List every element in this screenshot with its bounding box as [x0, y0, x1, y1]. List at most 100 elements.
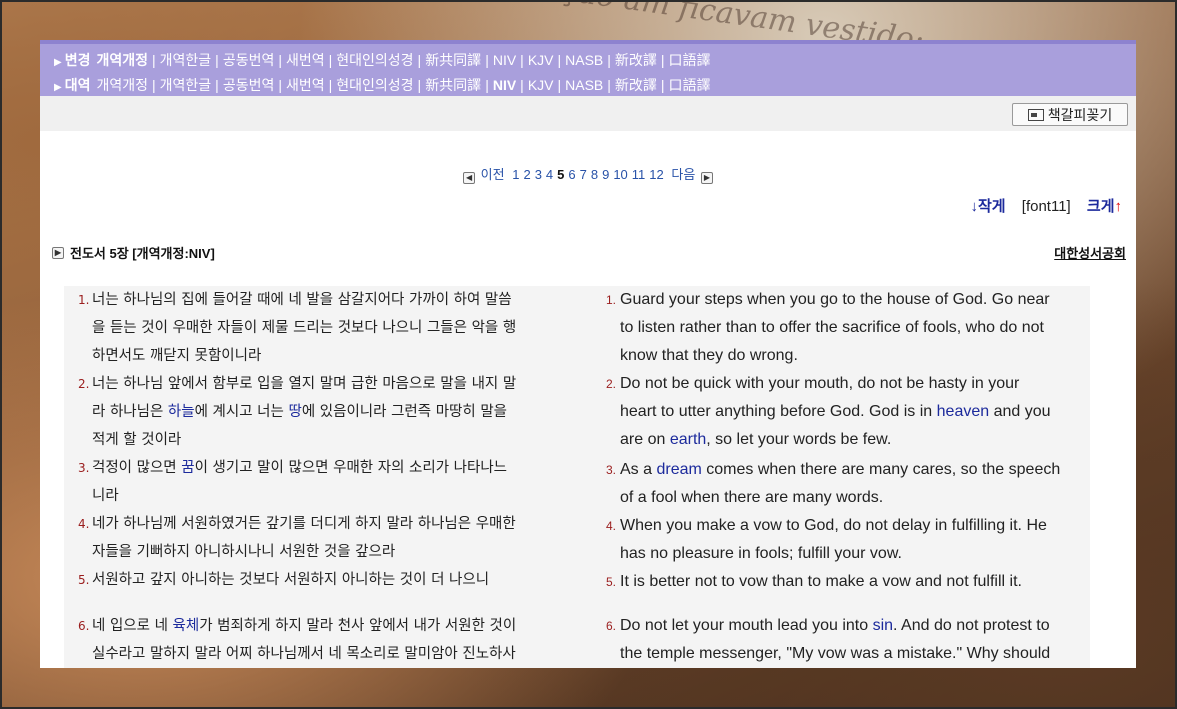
- separator: |: [328, 52, 333, 68]
- page-link[interactable]: 2: [523, 167, 530, 182]
- verse-line: 네 입으로 네 육체가 범죄하게 하지 말라 천사 앞에서 내가 서원한 것이: [92, 618, 517, 634]
- verse-line: When you make a vow to God, do not delay…: [620, 517, 1047, 534]
- verse-line: Guard your steps when you go to the hous…: [620, 291, 1050, 308]
- verse: 6. Do not let your mouth lead you into si…: [606, 612, 1100, 668]
- version-link[interactable]: 현대인의성경: [336, 52, 413, 68]
- separator: |: [660, 52, 665, 68]
- font-larger-link[interactable]: 크게: [1087, 198, 1115, 215]
- verse: 2. Do not be quick with your mouth, do no…: [606, 370, 1100, 454]
- prev-page-link[interactable]: 이전: [481, 167, 505, 182]
- next-arrow-icon[interactable]: ▶: [700, 172, 713, 184]
- chapter-title: 전도서 5장 [개역개정:NIV]: [70, 246, 215, 261]
- next-page-link[interactable]: 다음: [671, 167, 695, 182]
- chapter-toggle-icon[interactable]: ▶: [52, 246, 64, 259]
- chapter-pager: ◀ 이전 1 2 3 4 5 6 7 8 9 10 11 12 다음 ▶: [40, 164, 1136, 184]
- version-link[interactable]: 개역개정: [96, 52, 148, 68]
- verse-line: 실수라고 말하지 말라 어찌 하나님께서 네 목소리로 말미암아 진노하사: [92, 646, 516, 662]
- keyword-link[interactable]: 땅: [288, 404, 301, 420]
- verse: 2. 너는 하나님 앞에서 함부로 입을 열지 말며 급한 마음으로 말을 내지 …: [78, 370, 576, 454]
- version-link[interactable]: 공동번역: [223, 77, 275, 93]
- version-selector-bar: ▶ 변경 개역개정 | 개역한글 | 공동번역 | 새번역 | 현대인의성경 | 新共同譯 | NIV | KJ…: [40, 40, 1136, 96]
- separator: |: [485, 52, 489, 68]
- current-font-size: [font11]: [1021, 198, 1071, 215]
- verse-line: 네가 하나님께 서원하였거든 갚기를 더디게 하지 말라 하나님은 우매한: [92, 516, 516, 532]
- page-link[interactable]: 10: [613, 167, 627, 182]
- verse-number: 6.: [78, 619, 90, 633]
- version-link[interactable]: 新共同譯: [425, 52, 481, 68]
- page-link[interactable]: 6: [568, 167, 575, 182]
- verse: 1. Guard your steps when you go to the ho…: [606, 286, 1100, 370]
- version-link[interactable]: 口語譯: [669, 52, 711, 68]
- version-link[interactable]: 새번역: [286, 77, 325, 93]
- separator: |: [152, 52, 156, 68]
- publisher-link[interactable]: 대한성서공회: [1054, 243, 1126, 262]
- verse-number: 4.: [78, 517, 90, 531]
- verse: 3. As a dream comes when there are many c…: [606, 456, 1100, 512]
- verse: 4. 네가 하나님께 서원하였거든 갚기를 더디게 하지 말라 하나님은 우매한 자…: [78, 510, 576, 566]
- page-link[interactable]: 4: [546, 167, 553, 182]
- verse-line: know that they do wrong.: [620, 347, 798, 364]
- version-link[interactable]: NIV: [493, 77, 516, 93]
- bookmark-button[interactable]: 책갈피꽂기: [1012, 103, 1128, 126]
- verse-line: As a dream comes when there are many car…: [620, 461, 1061, 478]
- verse-number: 2.: [606, 377, 617, 391]
- version-link[interactable]: 현대인의성경: [336, 77, 413, 93]
- page-links: 1 2 3 4 5 6 7 8 9 10 11 12: [510, 167, 666, 182]
- keyword-link[interactable]: dream: [656, 461, 701, 478]
- keyword-link[interactable]: earth: [670, 431, 706, 448]
- verse-number: 3.: [78, 461, 90, 475]
- version-link[interactable]: NIV: [493, 52, 516, 68]
- prev-arrow-icon[interactable]: ◀: [463, 172, 476, 184]
- separator: |: [660, 77, 665, 93]
- verse-line: are on earth, so let your words be few.: [620, 431, 892, 448]
- separator: |: [417, 52, 422, 68]
- verse-line: 너는 하나님의 집에 들어갈 때에 네 발을 삼갈지어다 가까이 하여 말씀: [92, 292, 512, 308]
- version-link[interactable]: NASB: [565, 52, 603, 68]
- version-link[interactable]: KJV: [528, 52, 554, 68]
- verse-line: Do not be quick with your mouth, do not …: [620, 375, 1020, 392]
- font-smaller-link[interactable]: 작게: [978, 198, 1006, 215]
- verse-number: 1.: [606, 293, 617, 307]
- version-link[interactable]: 개역개정: [96, 77, 148, 93]
- separator: |: [557, 52, 562, 68]
- page-link[interactable]: 11: [632, 167, 646, 182]
- keyword-link[interactable]: 육체: [173, 618, 200, 634]
- page-link[interactable]: 8: [591, 167, 598, 182]
- verse-line: 하면서도 깨닫지 못함이니라: [92, 348, 262, 364]
- keyword-link[interactable]: heaven: [937, 403, 990, 420]
- version-link[interactable]: 공동번역: [223, 52, 275, 68]
- separator: |: [152, 77, 156, 93]
- version-link[interactable]: 개역한글: [160, 52, 212, 68]
- verse-number: 2.: [78, 377, 90, 391]
- arrow-up-icon: ↑: [1114, 198, 1123, 215]
- verse-number: 1.: [78, 293, 90, 307]
- keyword-link[interactable]: 꿈: [181, 460, 194, 476]
- version-link[interactable]: 개역한글: [160, 77, 212, 93]
- page-link[interactable]: 7: [580, 167, 587, 182]
- separator: |: [607, 52, 611, 68]
- bookmark-icon: [1027, 108, 1044, 121]
- version-link[interactable]: 新共同譯: [425, 77, 481, 93]
- separator: |: [557, 77, 562, 93]
- separator: |: [520, 77, 524, 93]
- version-link[interactable]: KJV: [528, 77, 554, 93]
- version-link[interactable]: 口語譯: [669, 77, 711, 93]
- font-size-control: ↓작게 [font11] 크게↑: [971, 195, 1123, 216]
- version-link[interactable]: 新改譯: [615, 52, 657, 68]
- version-link[interactable]: 새번역: [286, 52, 325, 68]
- page-link[interactable]: 9: [602, 167, 609, 182]
- page-link[interactable]: 5: [557, 167, 564, 182]
- version-link[interactable]: 新改譯: [615, 77, 657, 93]
- keyword-link[interactable]: sin: [873, 617, 893, 634]
- verse-number: 6.: [606, 619, 617, 633]
- version-link[interactable]: NASB: [565, 77, 603, 93]
- keyword-link[interactable]: 하늘: [168, 404, 195, 420]
- verse: 3. 걱정이 많으면 꿈이 생기고 말이 많으면 우매한 자의 소리가 나타나느 니…: [78, 454, 576, 510]
- page-link[interactable]: 3: [535, 167, 542, 182]
- separator: |: [417, 77, 422, 93]
- page-link[interactable]: 12: [649, 167, 663, 182]
- verse-number: 3.: [606, 463, 617, 477]
- verse: 6. 네 입으로 네 육체가 범죄하게 하지 말라 천사 앞에서 내가 서원한 것…: [78, 612, 576, 668]
- verse-line: 을 듣는 것이 우매한 자들이 제물 드리는 것보다 나으니 그들은 악을 행: [92, 320, 517, 336]
- page-link[interactable]: 1: [512, 167, 519, 182]
